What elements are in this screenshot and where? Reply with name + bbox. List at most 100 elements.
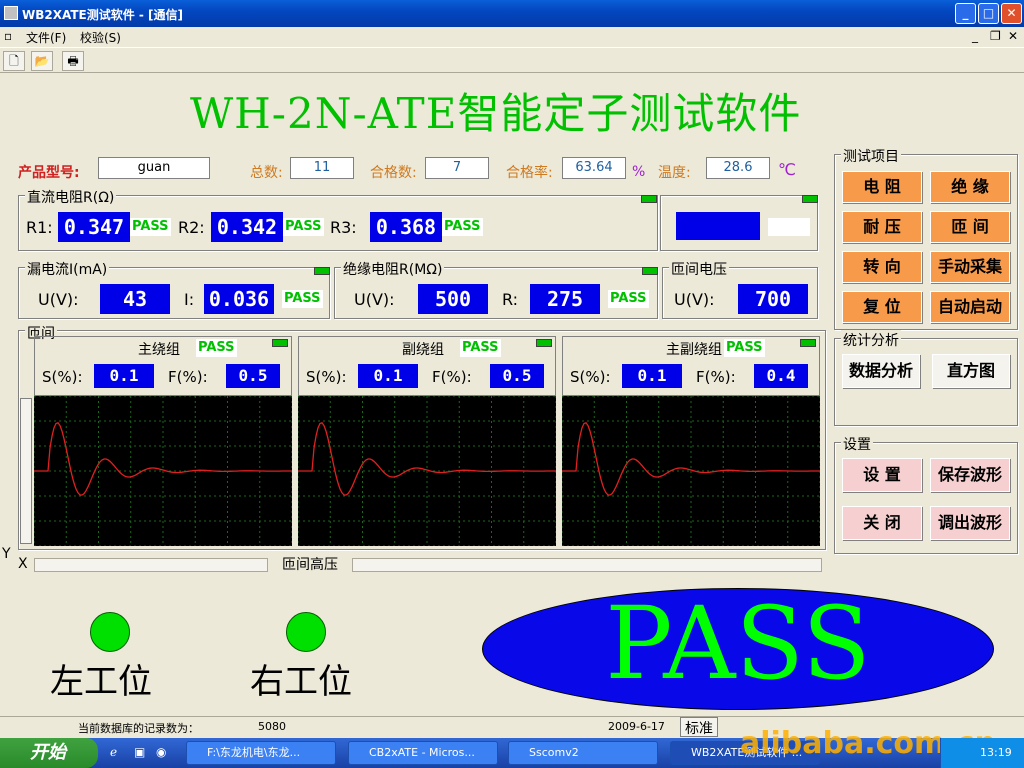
x-slider[interactable] [34, 558, 268, 572]
test-item-button[interactable]: 复 位 [842, 291, 922, 323]
turn-u-label: U(V): [674, 290, 715, 309]
model-field[interactable]: guan [98, 157, 210, 179]
f-label: F(%): [168, 368, 208, 386]
ok-field: 7 [425, 157, 489, 179]
left-station-label: 左工位 [50, 662, 152, 702]
histogram-button[interactable]: 直方图 [932, 354, 1010, 388]
waveform-trace [298, 422, 556, 496]
test-item-button[interactable]: 绝 缘 [930, 171, 1010, 203]
test-item-button[interactable]: 自动启动 [930, 291, 1010, 323]
explorer-icon[interactable]: ▣ [134, 745, 145, 759]
right-station-indicator [286, 612, 326, 652]
mdi-close-button[interactable]: ✕ [1008, 29, 1018, 43]
test-item-button[interactable]: 转 向 [842, 251, 922, 283]
leak-i-value[interactable]: 0.036 [204, 284, 274, 314]
right-station-label: 右工位 [250, 662, 352, 702]
total-label: 总数: [250, 165, 283, 181]
r2-label: R2: [178, 218, 205, 237]
data-analysis-button[interactable]: 数据分析 [842, 354, 920, 388]
r2-pass: PASS [283, 218, 324, 236]
panel-led [800, 339, 816, 347]
panel-name: 主绕组 [138, 342, 180, 358]
result-text: PASS [605, 585, 871, 702]
s-value: 0.1 [358, 364, 418, 388]
toolbar: 🗋 📂 🖶 [0, 47, 1024, 73]
mdi-minimize-button[interactable]: _ [972, 29, 978, 43]
close-button[interactable]: ✕ [1001, 3, 1022, 24]
window-title: WB2XATE测试软件 - [通信] [22, 8, 184, 22]
clock: 13:19 [980, 746, 1012, 759]
ins-led [642, 267, 658, 275]
save-wave-button[interactable]: 保存波形 [930, 458, 1010, 492]
ins-title: 绝缘电阻R(MΩ) [341, 259, 445, 279]
task-explorer[interactable]: F:\东龙机电\东龙... [186, 741, 336, 765]
ins-r-label: R: [502, 290, 519, 309]
ie-icon[interactable]: ℯ [110, 745, 117, 759]
f-value: 0.5 [226, 364, 280, 388]
test-item-button[interactable]: 匝 间 [930, 211, 1010, 243]
total-field: 11 [290, 157, 354, 179]
task-cb2xate[interactable]: CB2xATE - Micros... [348, 741, 498, 765]
aux-blue-box [676, 212, 760, 240]
mdi-icon: ▫ [4, 29, 13, 43]
ime-label: 标准 [685, 721, 713, 737]
ins-u-value: 500 [418, 284, 488, 314]
settings-button[interactable]: 设 置 [842, 458, 922, 492]
printer-icon[interactable]: 🖶 [62, 51, 84, 71]
menu-file[interactable]: 文件(F) [26, 29, 66, 46]
temp-label: 温度: [658, 165, 691, 181]
r1-pass: PASS [130, 218, 171, 236]
temp-unit: ℃ [778, 160, 796, 179]
rate-field: 63.64 [562, 157, 626, 179]
app-icon [4, 6, 18, 20]
turn-u-value: 700 [738, 284, 808, 314]
panel-pass: PASS [196, 339, 237, 357]
r3-value: 0.368 [370, 212, 442, 242]
ins-pass: PASS [608, 290, 649, 308]
waveform-trace [34, 422, 292, 496]
leak-i-label: I: [184, 290, 195, 309]
task-sscom[interactable]: Sscomv2 [508, 741, 658, 765]
panel-led [536, 339, 552, 347]
x-axis-label: X [18, 556, 28, 572]
turn-title: 匝间电压 [669, 259, 729, 279]
panel-name: 主副绕组 [666, 342, 722, 358]
minimize-button[interactable]: _ [955, 3, 976, 24]
ins-r-value: 275 [530, 284, 600, 314]
leak-u-value: 43 [100, 284, 170, 314]
open-folder-icon[interactable]: 📂 [31, 51, 53, 71]
y-axis-label: Y [2, 546, 11, 562]
leak-led [314, 267, 330, 275]
menu-verify[interactable]: 校验(S) [80, 29, 121, 46]
records-label: 当前数据库的记录数为： [78, 722, 199, 735]
load-wave-button[interactable]: 调出波形 [930, 506, 1010, 540]
hv-slider[interactable] [352, 558, 822, 572]
test-item-button[interactable]: 电 阻 [842, 171, 922, 203]
new-file-icon[interactable]: 🗋 [3, 51, 25, 71]
panel-pass: PASS [724, 339, 765, 357]
maximize-button[interactable]: □ [978, 3, 999, 24]
ins-u-label: U(V): [354, 290, 395, 309]
left-station-indicator [90, 612, 130, 652]
test-item-button[interactable]: 手动采集 [930, 251, 1010, 283]
media-icon[interactable]: ◉ [156, 745, 166, 759]
taskbar: 开始 ℯ ▣ ◉ F:\东龙机电\东龙... CB2xATE - Micros.… [0, 726, 1024, 768]
hv-label: 匝间高压 [282, 557, 338, 573]
dcr-title: 直流电阻R(Ω) [25, 187, 117, 207]
r1-value: 0.347 [58, 212, 130, 242]
r2-value: 0.342 [211, 212, 283, 242]
ime-indicator[interactable]: 标准 [680, 717, 718, 737]
leak-title: 漏电流I(mA) [25, 259, 110, 279]
close-app-button[interactable]: 关 闭 [842, 506, 922, 540]
temp-field: 28.6 [706, 157, 770, 179]
panel-led [272, 339, 288, 347]
leak-u-label: U(V): [38, 290, 79, 309]
start-button[interactable]: 开始 [0, 738, 98, 768]
aux-white-box [768, 218, 810, 236]
y-scale [20, 398, 32, 544]
records-count: 5080 [258, 720, 286, 733]
mdi-restore-button[interactable]: ❐ [990, 29, 1001, 43]
waveform-scope [298, 396, 556, 546]
test-item-button[interactable]: 耐 压 [842, 211, 922, 243]
s-label: S(%): [42, 368, 83, 386]
